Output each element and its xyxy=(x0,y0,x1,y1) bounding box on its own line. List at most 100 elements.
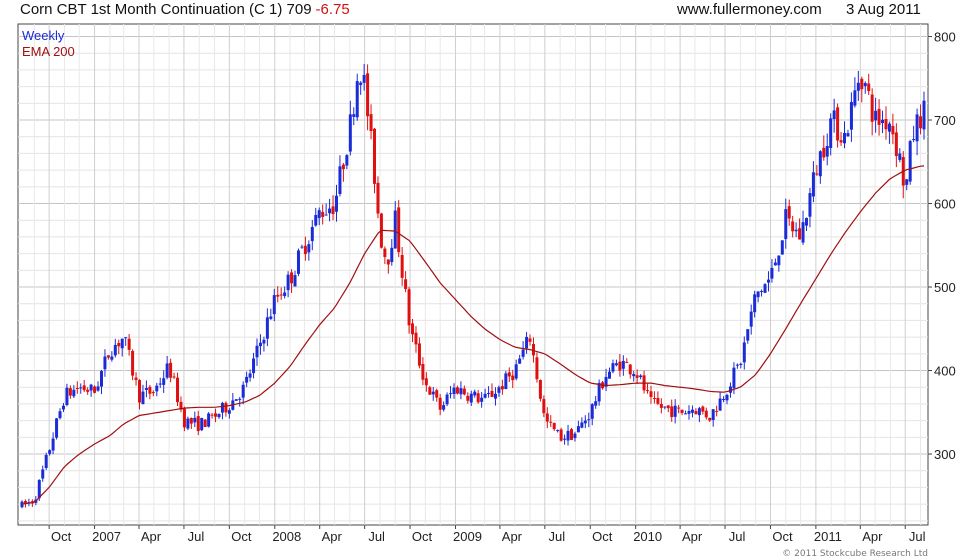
candle-up xyxy=(856,82,860,91)
candle-up xyxy=(725,394,729,401)
candle-up xyxy=(663,406,667,408)
candle-down xyxy=(421,363,425,380)
candle-down xyxy=(404,279,408,290)
x-tick-label: Apr xyxy=(862,529,883,544)
candle-up xyxy=(258,342,262,347)
candle-up xyxy=(217,413,221,418)
candle-down xyxy=(860,78,864,90)
x-tick-label: 2011 xyxy=(814,529,842,544)
candle-up xyxy=(352,114,356,117)
candle-up xyxy=(272,295,276,315)
candle-up xyxy=(234,399,238,401)
x-tick-label: Oct xyxy=(772,529,793,544)
candle-down xyxy=(466,395,470,401)
candle-up xyxy=(687,410,691,414)
candle-down xyxy=(438,397,442,410)
candle-down xyxy=(331,206,335,215)
candle-up xyxy=(794,229,798,232)
candle-down xyxy=(836,107,840,141)
candle-down xyxy=(569,429,573,440)
candle-up xyxy=(220,402,224,413)
candle-up xyxy=(753,294,757,313)
candle-down xyxy=(787,206,791,219)
candle-up xyxy=(124,337,128,339)
candle-up xyxy=(594,401,598,406)
candle-down xyxy=(435,390,439,398)
candle-up xyxy=(449,393,453,395)
candle-down xyxy=(172,376,176,378)
candle-down xyxy=(134,377,138,381)
candle-up xyxy=(853,90,857,106)
candle-up xyxy=(103,356,107,370)
candle-up xyxy=(241,384,245,398)
candle-down xyxy=(290,272,294,284)
candle-down xyxy=(704,410,708,418)
candle-up xyxy=(61,405,65,410)
candle-down xyxy=(82,385,86,391)
candle-up xyxy=(480,397,484,402)
candle-up xyxy=(113,344,117,356)
candle-up xyxy=(487,392,491,394)
candle-down xyxy=(169,362,173,378)
x-tick-label: Jul xyxy=(909,529,926,544)
candle-down xyxy=(694,411,698,415)
candle-up xyxy=(915,114,919,142)
candle-up xyxy=(110,356,114,360)
candle-up xyxy=(756,291,760,298)
candle-up xyxy=(632,374,636,377)
candle-down xyxy=(545,413,549,422)
candle-up xyxy=(760,290,764,292)
candle-up xyxy=(300,246,304,248)
candle-up xyxy=(804,217,808,226)
candle-down xyxy=(196,416,200,432)
candle-up xyxy=(777,255,781,266)
x-tick-label: Jul xyxy=(549,529,566,544)
candle-up xyxy=(314,214,318,226)
candle-up xyxy=(829,118,833,149)
candle-up xyxy=(742,342,746,363)
candle-down xyxy=(424,378,428,386)
candle-down xyxy=(919,116,923,129)
candle-up xyxy=(445,394,449,405)
candle-down xyxy=(535,357,539,380)
candle-down xyxy=(656,397,660,404)
candle-up xyxy=(843,133,847,144)
candle-down xyxy=(867,83,871,92)
candle-up xyxy=(283,292,287,297)
candle-down xyxy=(127,338,131,350)
candle-up xyxy=(684,413,688,415)
candle-up xyxy=(922,100,926,130)
candle-down xyxy=(500,386,504,390)
candle-up xyxy=(359,82,363,86)
candle-up xyxy=(770,267,774,279)
candle-up xyxy=(573,433,577,439)
candle-up xyxy=(566,430,570,441)
candle-up xyxy=(207,413,211,427)
candle-up xyxy=(801,222,805,243)
candle-down xyxy=(701,406,705,412)
candle-up xyxy=(165,363,169,378)
candle-up xyxy=(639,375,643,378)
y-tick-label: 800 xyxy=(934,30,956,45)
candle-up xyxy=(597,382,601,402)
candle-up xyxy=(296,250,300,274)
candle-up xyxy=(887,123,891,132)
candle-down xyxy=(652,398,656,400)
x-tick-label: 2010 xyxy=(633,529,662,544)
candle-up xyxy=(390,247,394,263)
candle-up xyxy=(162,378,166,385)
candle-up xyxy=(345,155,349,166)
candle-down xyxy=(649,391,653,397)
candle-up xyxy=(621,360,625,369)
candle-down xyxy=(476,393,480,403)
candle-up xyxy=(746,329,750,341)
candle-up xyxy=(718,398,722,411)
candle-up xyxy=(493,393,497,399)
candle-up xyxy=(334,195,338,212)
candle-down xyxy=(417,343,421,366)
candle-up xyxy=(348,114,352,152)
grid-layer xyxy=(18,24,928,525)
candle-up xyxy=(518,358,522,364)
candle-up xyxy=(200,417,204,431)
candle-up xyxy=(245,376,249,383)
